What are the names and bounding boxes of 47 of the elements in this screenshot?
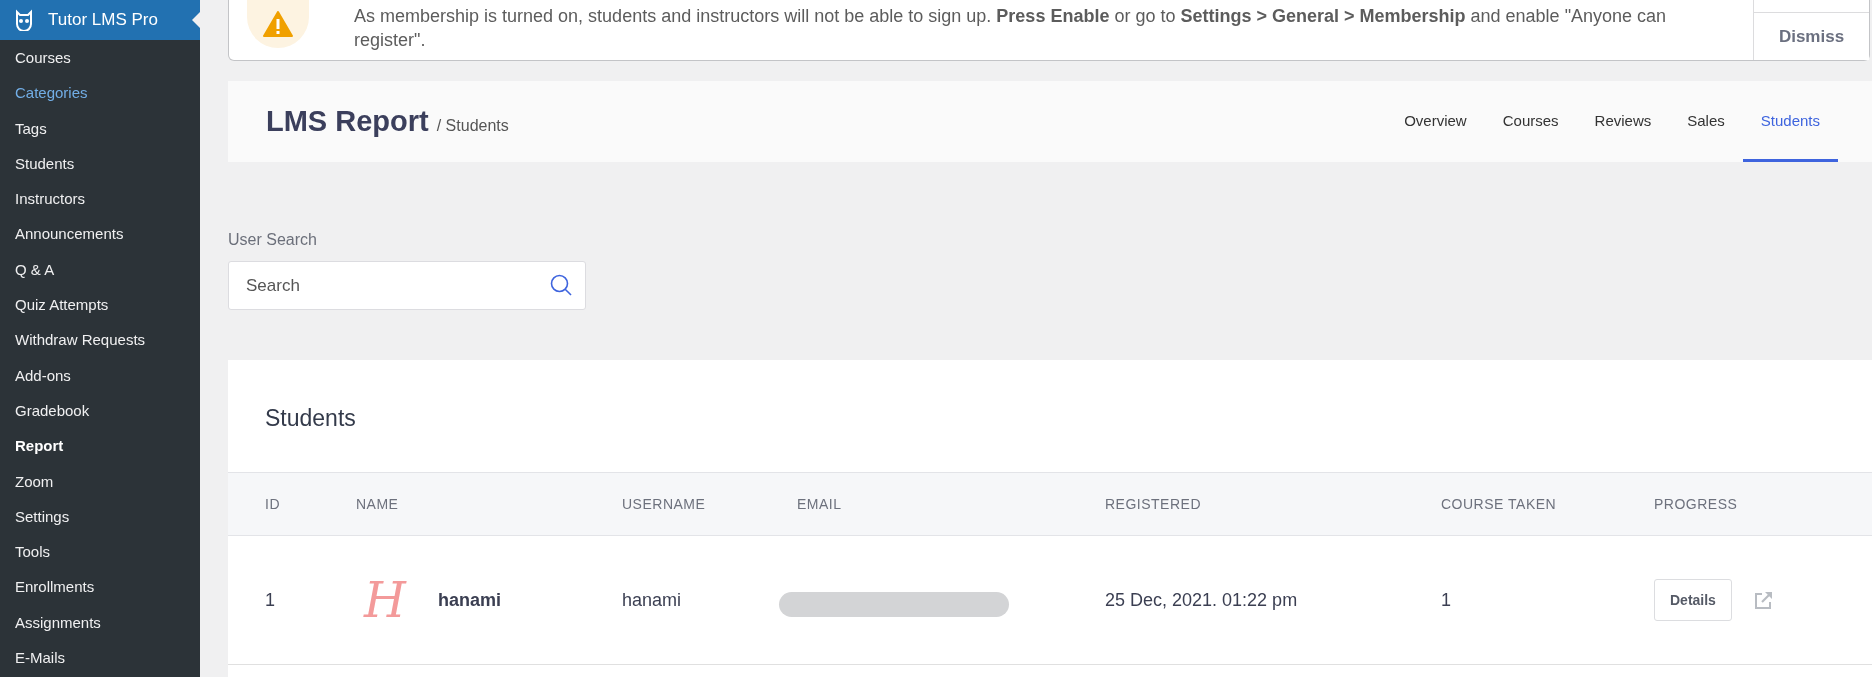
sidebar-item[interactable]: E-Mails	[0, 640, 200, 676]
sidebar-item[interactable]: Announcements	[0, 216, 200, 252]
sidebar-item[interactable]: Tools	[0, 534, 200, 570]
search-label: User Search	[228, 231, 318, 249]
column-header: REGISTERED	[1105, 496, 1202, 512]
sidebar-item[interactable]: Instructors	[0, 181, 200, 217]
table-cell-text: 1	[1441, 589, 1452, 611]
table-cell-text: hanami	[622, 589, 683, 611]
table-cell-text: 25 Dec, 2021. 01:22 pm	[1105, 589, 1299, 611]
column-header: NAME	[356, 496, 400, 512]
sidebar-item[interactable]: Report	[0, 428, 200, 464]
nav-tab[interactable]: Courses	[1484, 81, 1577, 162]
nav-tab[interactable]: Reviews	[1576, 81, 1670, 162]
sidebar-item[interactable]: Assignments	[0, 604, 200, 641]
card-title: Students	[264, 404, 357, 433]
search-icon	[550, 274, 572, 296]
student-name: hanami	[438, 589, 502, 611]
search-field[interactable]: Search	[228, 261, 586, 310]
nav-tab[interactable]: Sales	[1669, 81, 1743, 162]
nav-tab[interactable]: Students	[1742, 81, 1838, 162]
sidebar-item[interactable]: Gradebook	[0, 392, 200, 429]
sidebar-item[interactable]: Zoom	[0, 463, 200, 499]
sidebar-item[interactable]: Settings	[0, 498, 200, 535]
sidebar-item[interactable]: Categories	[0, 75, 200, 111]
external-link-icon[interactable]	[1753, 590, 1773, 610]
column-header: PROGRESS	[1654, 496, 1739, 512]
notice-message: As membership is turned on, students and instructors will not be able to sign up. Press Enable or go to Settings > General > Membership and enable "Anyone can register".	[353, 5, 1668, 52]
dismiss-button[interactable]: Dismiss	[1754, 12, 1869, 60]
table-cell-text: 1	[265, 589, 276, 611]
sidebar-item[interactable]: Tags	[0, 110, 200, 146]
sidebar-item[interactable]: Q & A	[0, 251, 200, 288]
breadcrumb: / Students	[436, 116, 509, 135]
sidebar-item[interactable]: Students	[0, 145, 200, 182]
sidebar-item[interactable]: Courses	[0, 40, 200, 76]
column-header: EMAIL	[797, 496, 843, 512]
details-button[interactable]: Details	[1654, 579, 1732, 621]
column-header: USERNAME	[622, 496, 707, 512]
sidebar-brand[interactable]: Tutor LMS Pro	[0, 0, 200, 40]
column-header: COURSE TAKEN	[1441, 496, 1558, 512]
sidebar-item[interactable]: Quiz Attempts	[0, 287, 200, 323]
nav-tab[interactable]: Overview	[1386, 81, 1485, 162]
sidebar-item[interactable]: Withdraw Requests	[0, 322, 200, 358]
page-title: LMS Report	[266, 105, 429, 138]
avatar: H	[362, 572, 408, 628]
sidebar-item[interactable]: Add-ons	[0, 357, 200, 393]
column-header: ID	[265, 496, 281, 512]
sidebar-item[interactable]: Enrollments	[0, 569, 200, 605]
